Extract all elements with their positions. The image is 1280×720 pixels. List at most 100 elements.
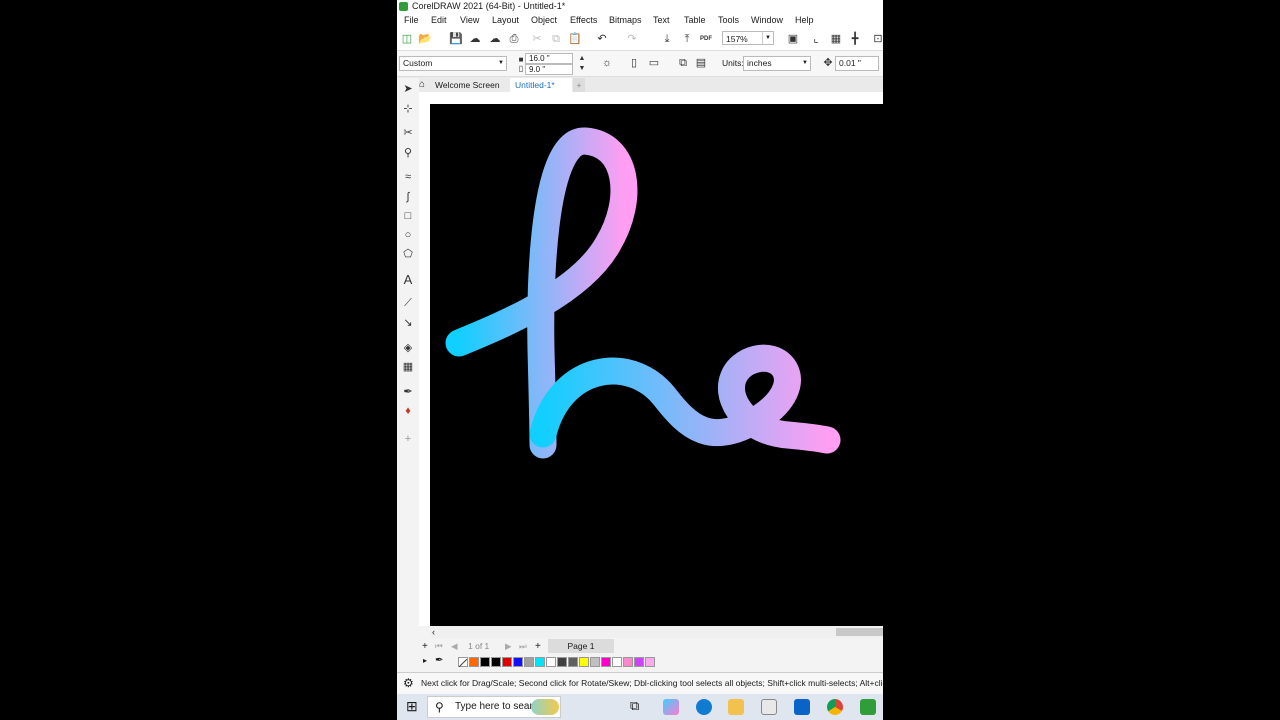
upload-cloud-icon[interactable]: ☁ — [468, 32, 482, 46]
menu-file[interactable]: File — [404, 13, 419, 28]
menu-view[interactable]: View — [460, 13, 479, 28]
menu-layout[interactable]: Layout — [492, 13, 519, 28]
tab-welcome-screen[interactable]: ⌂ Welcome Screen — [419, 78, 509, 92]
shape-tool-icon[interactable]: ⊹ — [401, 102, 415, 116]
horizontal-scrollbar[interactable]: ‹ — [430, 626, 883, 638]
polygon-tool-icon[interactable]: ⬠ — [401, 247, 415, 261]
gear-icon[interactable]: ⚙ — [403, 673, 414, 693]
interactive-fill-tool-icon[interactable]: ♦ — [401, 404, 415, 418]
color-swatch[interactable] — [513, 657, 523, 667]
pick-tool-icon[interactable]: ➤ — [401, 82, 415, 96]
landscape-icon[interactable]: ▭ — [647, 56, 661, 70]
color-swatch[interactable] — [557, 657, 567, 667]
publish-pdf-icon[interactable]: PDF — [699, 32, 713, 46]
cloud-sync-icon[interactable]: ☁ — [488, 32, 502, 46]
chrome-browser-icon[interactable] — [827, 699, 843, 715]
add-page-before-icon[interactable]: + — [422, 638, 428, 655]
guidelines-icon[interactable]: ╋ — [848, 32, 862, 46]
color-swatch[interactable] — [612, 657, 622, 667]
first-page-icon[interactable]: ⏮ — [435, 638, 443, 655]
menu-bitmaps[interactable]: Bitmaps — [609, 13, 642, 28]
previous-page-icon[interactable]: ◀ — [451, 638, 458, 655]
menu-effects[interactable]: Effects — [570, 13, 597, 28]
color-swatch[interactable] — [579, 657, 589, 667]
rectangle-tool-icon[interactable]: □ — [401, 209, 415, 223]
page-size-combo[interactable]: Custom ▼ — [399, 56, 507, 71]
text-tool-icon[interactable]: A — [401, 273, 415, 287]
connector-tool-icon[interactable]: ↘ — [401, 316, 415, 330]
drop-shadow-tool-icon[interactable]: ◈ — [401, 341, 415, 355]
import-icon[interactable]: ⤓ — [660, 32, 674, 46]
color-swatch[interactable] — [535, 657, 545, 667]
file-explorer-icon[interactable] — [728, 699, 744, 715]
palette-menu-arrow-icon[interactable]: ▸ — [423, 656, 427, 665]
zoom-tool-icon[interactable]: ⚲ — [401, 146, 415, 160]
tab-untitled-1[interactable]: Untitled-1* — [510, 78, 572, 92]
transparency-tool-icon[interactable]: ▦ — [401, 360, 415, 374]
print-icon[interactable]: ⎙ — [507, 32, 521, 46]
handwritten-he-stroke[interactable] — [445, 127, 841, 459]
edge-browser-icon[interactable] — [696, 699, 712, 715]
microsoft-store-icon[interactable] — [761, 699, 777, 715]
color-swatch[interactable] — [524, 657, 534, 667]
eyedropper-tool-icon[interactable]: ✒ — [401, 385, 415, 399]
copy-icon[interactable]: ⧉ — [549, 32, 563, 46]
add-tab-button[interactable]: + — [573, 78, 585, 92]
units-combo[interactable]: inches ▼ — [743, 56, 811, 71]
menu-edit[interactable]: Edit — [431, 13, 447, 28]
cut-icon[interactable]: ✂ — [530, 32, 544, 46]
menu-help[interactable]: Help — [795, 13, 814, 28]
page-width-field[interactable]: 16.0 " — [525, 53, 573, 64]
menu-tools[interactable]: Tools — [718, 13, 739, 28]
zoom-level-combo[interactable]: 157% ▼ — [722, 31, 774, 45]
color-swatch[interactable] — [623, 657, 633, 667]
page-1-tab[interactable]: Page 1 — [548, 639, 614, 653]
menu-window[interactable]: Window — [751, 13, 783, 28]
task-view-icon[interactable]: ⧉ — [630, 698, 639, 714]
snap-icon[interactable]: ⊡ — [871, 32, 883, 46]
menu-object[interactable]: Object — [531, 13, 557, 28]
scroll-left-icon[interactable]: ‹ — [432, 626, 435, 638]
menu-table[interactable]: Table — [684, 13, 706, 28]
color-swatch[interactable] — [480, 657, 490, 667]
color-swatch[interactable] — [645, 657, 655, 667]
color-swatch[interactable] — [491, 657, 501, 667]
taskbar-search-box[interactable]: ⚲ Type here to search — [427, 696, 561, 718]
next-page-icon[interactable]: ▶ — [505, 638, 512, 655]
no-color-swatch[interactable] — [458, 657, 468, 668]
artistic-media-tool-icon[interactable]: ∫ — [401, 190, 415, 204]
add-tool-icon[interactable]: + — [401, 432, 415, 446]
freehand-tool-icon[interactable]: ≈ — [401, 170, 415, 184]
color-swatch[interactable] — [568, 657, 578, 667]
save-icon[interactable]: 💾 — [449, 32, 463, 46]
last-page-icon[interactable]: ⏭ — [519, 638, 527, 655]
color-swatch[interactable] — [546, 657, 556, 667]
grid-icon[interactable]: ▦ — [829, 32, 843, 46]
all-pages-icon[interactable]: ☼ — [600, 56, 614, 70]
open-icon[interactable]: 📂 — [418, 32, 432, 46]
outlook-icon[interactable] — [794, 699, 810, 715]
paste-icon[interactable]: 📋 — [568, 32, 582, 46]
palette-eyedropper-icon[interactable]: ✒ — [435, 655, 443, 666]
add-page-after-icon[interactable]: + — [535, 638, 541, 655]
color-swatch[interactable] — [590, 657, 600, 667]
menu-text[interactable]: Text — [653, 13, 670, 28]
portrait-icon[interactable]: ▯ — [627, 56, 641, 70]
color-swatch[interactable] — [634, 657, 644, 667]
copilot-icon[interactable] — [663, 699, 679, 715]
drawing-canvas[interactable] — [430, 104, 883, 626]
undo-icon[interactable]: ↶ — [595, 32, 609, 46]
all-pages-layout-icon[interactable]: ⧉ — [676, 56, 690, 70]
scroll-thumb[interactable] — [836, 628, 883, 636]
page-height-field[interactable]: 9.0 " — [525, 64, 573, 75]
color-swatch[interactable] — [601, 657, 611, 667]
ellipse-tool-icon[interactable]: ○ — [401, 228, 415, 242]
coreldraw-taskbar-icon[interactable] — [860, 699, 876, 715]
current-page-icon[interactable]: ▤ — [694, 56, 708, 70]
parallel-dimension-tool-icon[interactable]: ⟋ — [401, 296, 415, 310]
color-swatch[interactable] — [469, 657, 479, 667]
redo-icon[interactable]: ↷ — [625, 32, 639, 46]
windows-start-icon[interactable]: ⊞ — [406, 698, 418, 715]
nudge-distance-field[interactable]: 0.01 " — [835, 56, 879, 71]
color-swatch[interactable] — [502, 657, 512, 667]
